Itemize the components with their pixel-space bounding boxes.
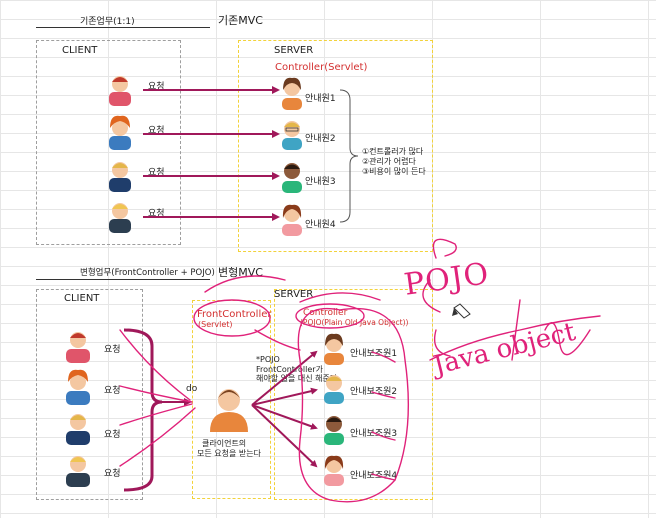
client-avatar (66, 369, 90, 405)
agent-avatar (282, 163, 302, 193)
handwriting-annotations (119, 238, 601, 503)
client-avatar (109, 115, 131, 150)
agent-avatar (282, 121, 302, 150)
assistant-avatar (324, 333, 344, 365)
request-brace (123, 328, 163, 492)
agent-avatar (282, 77, 302, 110)
front-controller-avatar (210, 389, 248, 432)
client-avatar (109, 76, 131, 106)
assistant-avatar (324, 375, 344, 404)
pencil-cursor-icon (452, 303, 471, 319)
assistant-avatar (324, 416, 344, 445)
client-avatar (109, 162, 131, 192)
client-avatar (109, 203, 131, 233)
client-avatar (66, 332, 90, 363)
problem-brace (339, 89, 359, 223)
agent-avatar (282, 204, 302, 236)
client-avatar (66, 414, 90, 445)
dispatch-arrow (251, 404, 318, 430)
client-avatar (66, 456, 90, 487)
diagram-canvas (66, 76, 601, 503)
dispatch-arrow (251, 404, 318, 468)
assistant-avatar (324, 455, 344, 486)
